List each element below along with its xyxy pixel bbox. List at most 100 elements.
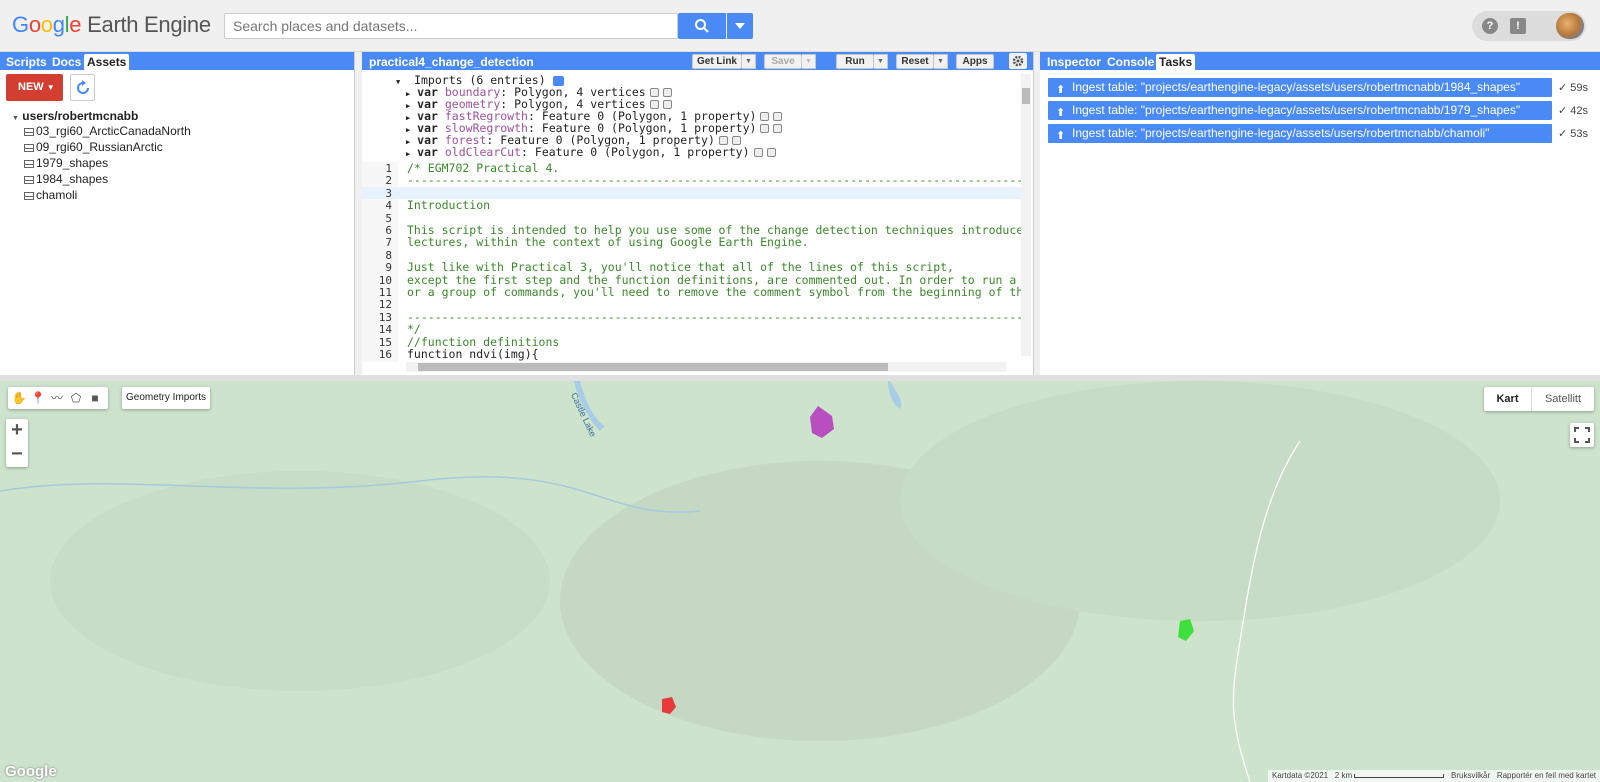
google-map-logo: Google: [5, 763, 57, 780]
tree-root[interactable]: ▼ users/robertmcnabb: [12, 109, 138, 123]
code-line[interactable]: 14 */: [362, 323, 1022, 336]
terrain-background: [0, 381, 1600, 782]
zoom-in-button[interactable]: +: [6, 419, 28, 443]
gear-icon: [1012, 55, 1024, 67]
code-line[interactable]: 12: [362, 298, 1022, 311]
table-icon: [24, 175, 34, 184]
polygon-icon[interactable]: ⬠: [68, 390, 84, 406]
code-line[interactable]: 13 --------------------------------------…: [362, 310, 1022, 323]
caret-down-icon: ▼: [12, 115, 19, 122]
report-link[interactable]: Rapportér en feil med kartet: [1497, 771, 1596, 780]
chevron-down-icon: [735, 23, 745, 29]
right-tabbar: Inspector Console Tasks: [1040, 52, 1600, 70]
delete-icon[interactable]: [773, 112, 783, 121]
right-panel: Inspector Console Tasks ⬆ Ingest table: "…: [1040, 52, 1600, 375]
delete-icon[interactable]: [731, 136, 741, 145]
map-type-control: Kart Satellitt: [1484, 387, 1594, 411]
run-button[interactable]: Run: [836, 54, 874, 69]
refresh-button[interactable]: [70, 74, 95, 101]
top-icons-group: ? !: [1472, 11, 1586, 41]
import-row[interactable]: ▶ var oldClearCut: Feature 0 (Polygon, 1…: [406, 146, 776, 160]
code-line[interactable]: 2 ---------------------------------------…: [362, 174, 1022, 187]
delete-icon[interactable]: [662, 100, 672, 109]
feedback-icon[interactable]: !: [1510, 18, 1526, 34]
map-type-satellitt[interactable]: Satellitt: [1532, 387, 1594, 411]
terms-link[interactable]: Bruksvilkår: [1451, 771, 1490, 780]
edit-icon[interactable]: [760, 112, 770, 121]
tab-inspector[interactable]: Inspector: [1044, 54, 1104, 70]
upload-icon: ⬆: [1056, 107, 1066, 119]
apps-button[interactable]: Apps: [956, 54, 994, 69]
vertical-scrollbar[interactable]: [1021, 74, 1031, 356]
task-row[interactable]: ⬆ Ingest table: "projects/earthengine-leg…: [1048, 78, 1552, 97]
run-dropdown[interactable]: ▼: [874, 54, 888, 69]
zoom-out-button[interactable]: −: [6, 443, 28, 467]
edit-icon[interactable]: [760, 124, 770, 133]
table-icon: [24, 143, 34, 152]
code-editor-panel: practical4_change_detection Get Link ▼ S…: [362, 52, 1034, 375]
asset-item[interactable]: 03_rgi60_ArcticCanadaNorth: [24, 124, 191, 138]
edit-icon[interactable]: [753, 148, 763, 157]
edit-icon[interactable]: [649, 100, 659, 109]
horizontal-scrollbar[interactable]: [406, 362, 1006, 372]
delete-icon[interactable]: [662, 88, 672, 97]
tab-tasks[interactable]: Tasks: [1156, 54, 1196, 70]
delete-icon[interactable]: [766, 148, 776, 157]
map-view[interactable]: Castle Lake ✋ 📍 〰 ⬠ ■ Geometry Imports +…: [0, 381, 1600, 782]
edit-icon[interactable]: [649, 88, 659, 97]
geometry-imports-button[interactable]: Geometry Imports: [122, 387, 210, 409]
get-link-dropdown[interactable]: ▼: [742, 54, 756, 69]
tab-console[interactable]: Console: [1104, 54, 1157, 70]
zoom-controls: + −: [6, 419, 28, 467]
scale-bar: [1354, 773, 1445, 778]
new-button[interactable]: NEW ▼: [6, 74, 63, 101]
asset-item[interactable]: 1984_shapes: [24, 172, 108, 186]
save-dropdown[interactable]: ▼: [802, 54, 816, 69]
map-type-kart[interactable]: Kart: [1484, 387, 1532, 411]
caret-down-icon: ▼: [46, 83, 55, 92]
edit-icon[interactable]: [718, 136, 728, 145]
asset-item[interactable]: 09_rgi60_RussianArctic: [24, 140, 163, 154]
code-area[interactable]: 1/* EGM702 Practical 4. 2 ---------------…: [362, 162, 1022, 362]
save-button[interactable]: Save: [764, 54, 802, 69]
settings-button[interactable]: [1009, 53, 1027, 69]
table-icon: [24, 159, 34, 168]
asset-item[interactable]: 1979_shapes: [24, 156, 108, 170]
code-line[interactable]: 9 Just like with Practical 3, you'll noti…: [362, 261, 1022, 274]
code-line[interactable]: 11 or a group of commands, you'll need to…: [362, 286, 1022, 299]
search-input[interactable]: Search places and datasets...: [224, 13, 678, 39]
help-icon[interactable]: ?: [1482, 18, 1498, 34]
map-attribution: Kartdata ©2021 2 km Bruksvilkår Rapporté…: [1267, 770, 1600, 782]
table-icon: [24, 191, 34, 200]
hand-icon[interactable]: ✋: [11, 390, 27, 406]
task-status: ✓ 53s: [1558, 128, 1589, 140]
left-tabbar: Scripts Docs Assets: [0, 52, 354, 70]
tab-docs[interactable]: Docs: [49, 54, 84, 70]
script-icon[interactable]: [552, 75, 564, 86]
get-link-button[interactable]: Get Link: [692, 54, 742, 69]
task-row[interactable]: ⬆ Ingest table: "projects/earthengine-leg…: [1048, 101, 1552, 120]
tab-scripts[interactable]: Scripts: [3, 54, 50, 70]
tab-assets[interactable]: Assets: [84, 54, 130, 70]
rectangle-icon[interactable]: ■: [87, 390, 103, 406]
search-options-button[interactable]: [727, 13, 753, 39]
code-line[interactable]: 4 Introduction: [362, 199, 1022, 212]
task-row[interactable]: ⬆ Ingest table: "projects/earthengine-leg…: [1048, 124, 1552, 143]
upload-icon: ⬆: [1056, 130, 1066, 142]
code-line[interactable]: 7 lectures, within the context of using G…: [362, 236, 1022, 249]
line-icon[interactable]: 〰: [49, 390, 65, 406]
asset-item[interactable]: chamoli: [24, 188, 77, 202]
editor-header: practical4_change_detection Get Link ▼ S…: [362, 52, 1033, 70]
reset-dropdown[interactable]: ▼: [934, 54, 948, 69]
top-bar: Google Earth Engine Search places and dat…: [0, 0, 1600, 52]
delete-icon[interactable]: [773, 124, 783, 133]
marker-icon[interactable]: 📍: [30, 390, 46, 406]
reset-button[interactable]: Reset: [896, 54, 934, 69]
fullscreen-icon: [1574, 427, 1590, 443]
code-line[interactable]: 16 function ndvi(img){: [362, 348, 1022, 361]
fullscreen-button[interactable]: [1570, 423, 1594, 447]
earth-engine-logo[interactable]: Google Earth Engine: [12, 12, 211, 38]
search-button[interactable]: [678, 13, 726, 39]
avatar[interactable]: [1556, 13, 1584, 39]
refresh-icon: [76, 79, 89, 94]
